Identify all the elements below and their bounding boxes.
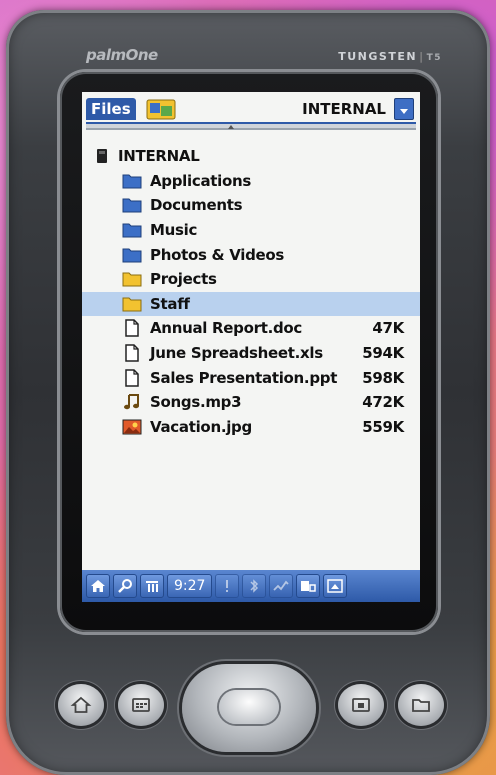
location-dropdown-button[interactable] [394,98,414,120]
item-name: Vacation.jpg [150,417,252,436]
item-name: Photos & Videos [150,245,285,264]
model-label: TUNGSTEN [338,50,418,63]
image-icon [122,419,142,435]
five-way-navigator[interactable] [182,664,316,752]
title-bar: Files INTERNAL [82,92,420,124]
menu-icon [146,581,158,592]
alert-button[interactable] [215,574,240,598]
alert-icon [226,580,229,592]
item-size: 598K [362,368,404,387]
music-note-icon [124,394,139,410]
list-item[interactable]: Staff [82,291,420,317]
list-item[interactable]: Music [82,218,420,243]
clock-display[interactable]: 9:27 [167,574,213,598]
signal-button[interactable] [269,574,294,598]
model-name: TUNGSTEN | T5 [338,50,442,63]
navigator-center-button[interactable] [219,690,279,724]
toggle-input-button[interactable] [323,574,348,598]
item-name: Projects [150,270,217,289]
list-item[interactable]: Applications [82,169,420,194]
file-list: INTERNAL Applications Documents Music Photo… [82,144,420,439]
item-name: Songs.mp3 [150,393,242,412]
hw-contacts-button[interactable] [338,684,384,726]
brand-logo: palmOne [86,46,158,64]
root-label: INTERNAL [118,147,200,166]
contacts-icon [352,698,370,712]
item-name: Annual Report.doc [150,319,302,338]
toggle-input-icon [327,579,344,593]
item-name: Applications [150,171,252,190]
folder-icon [122,248,142,263]
find-icon [118,579,132,593]
hw-files-button[interactable] [398,684,444,726]
folder-icon [122,297,142,312]
menu-button[interactable] [140,574,164,598]
folder-icon [122,272,142,287]
status-bar: 9:27 [82,570,420,602]
home-icon [70,696,92,713]
signal-icon [273,580,290,591]
list-item[interactable]: Vacation.jpg 559K [82,415,420,440]
home-button[interactable] [86,574,110,598]
calendar-icon [132,698,150,712]
list-item-root[interactable]: INTERNAL [82,144,420,169]
input-area-icon [301,581,317,592]
bluetooth-icon [250,579,259,593]
document-icon [125,319,139,338]
item-name: Staff [150,294,190,313]
hw-home-button[interactable] [58,684,104,726]
home-icon [91,580,105,592]
title-separator [86,122,416,130]
list-item[interactable]: Projects [82,267,420,292]
item-name: Sales Presentation.ppt [150,368,338,387]
item-name: June Spreadsheet.xls [150,344,323,363]
item-name: Documents [150,196,243,215]
input-area-button[interactable] [296,574,321,598]
find-button[interactable] [113,574,137,598]
document-icon [125,368,139,387]
item-size: 559K [362,417,404,436]
document-icon [125,344,139,362]
item-name: Music [150,221,198,240]
folder-view-icon[interactable] [146,98,176,120]
screen: Files INTERNAL INTERNAL Applications Docu… [82,92,420,602]
memory-card-icon [97,149,107,164]
list-item[interactable]: Songs.mp3 472K [82,390,420,415]
item-size: 594K [362,344,404,363]
list-item[interactable]: Photos & Videos [82,242,420,267]
folder-icon [122,198,142,213]
item-size: 47K [372,319,404,338]
hw-calendar-button[interactable] [118,684,164,726]
folder-icon [122,174,142,189]
folder-icon [412,699,430,712]
app-title-tab[interactable]: Files [86,98,136,120]
bluetooth-button[interactable] [242,574,267,598]
folder-icon [122,223,142,238]
list-item[interactable]: Sales Presentation.ppt 598K [82,365,420,390]
list-item[interactable]: June Spreadsheet.xls 594K [82,341,420,366]
model-suffix: T5 [426,53,442,63]
location-label[interactable]: INTERNAL [302,98,386,120]
list-item[interactable]: Annual Report.doc 47K [82,316,420,341]
item-size: 472K [362,393,404,412]
list-item[interactable]: Documents [82,193,420,218]
